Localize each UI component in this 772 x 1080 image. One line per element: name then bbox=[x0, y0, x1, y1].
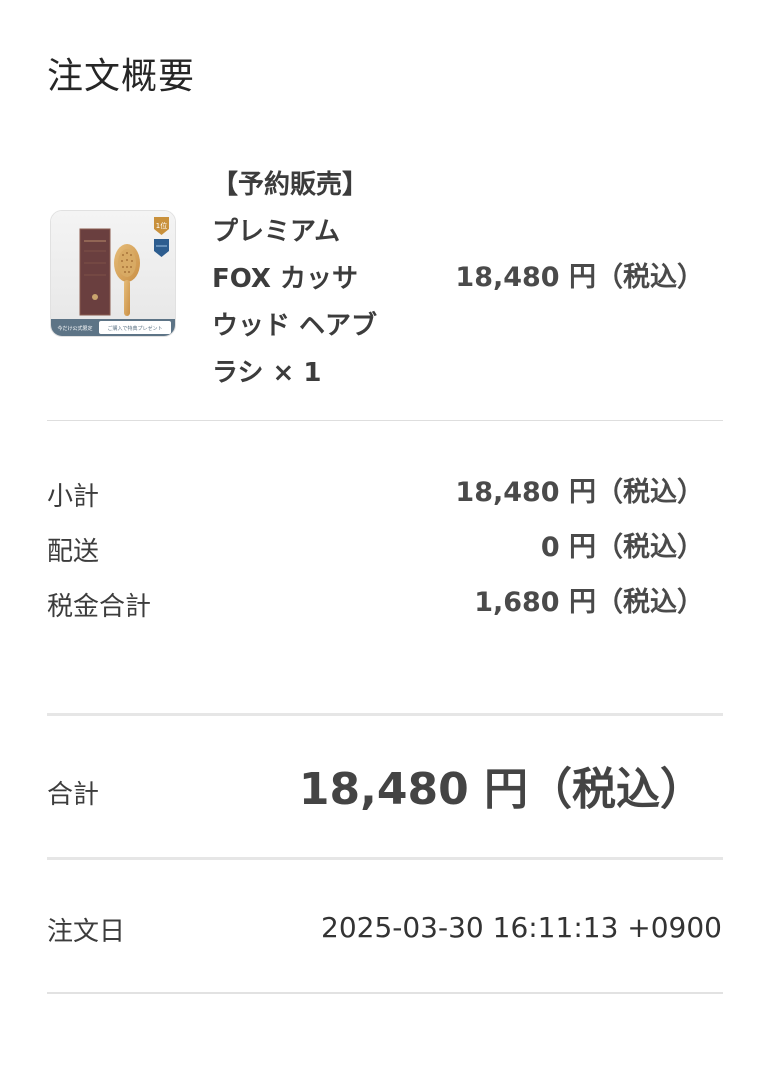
total-label: 合計 bbox=[47, 780, 100, 810]
shipping-label: 配送 bbox=[47, 537, 100, 567]
svg-text:ご購入で特典プレゼント: ご購入で特典プレゼント bbox=[107, 325, 162, 332]
tax-value: 1,680 円（税込） bbox=[474, 587, 704, 618]
hairbrush-product-image: 1位 今だけ公式限定 ご購入で特典プレゼント bbox=[51, 211, 175, 336]
subtotal-value: 18,480 円（税込） bbox=[455, 477, 704, 508]
svg-text:今だけ公式限定: 今だけ公式限定 bbox=[57, 325, 92, 332]
divider bbox=[47, 713, 723, 716]
svg-text:1位: 1位 bbox=[156, 221, 167, 230]
product-price: 18,480 円（税込） bbox=[455, 262, 704, 293]
shipping-value: 0 円（税込） bbox=[540, 532, 704, 563]
product-thumbnail[interactable]: 1位 今だけ公式限定 ご購入で特典プレゼント bbox=[50, 210, 176, 337]
page-title: 注文概要 bbox=[47, 56, 196, 97]
tax-label: 税金合計 bbox=[47, 592, 152, 622]
divider bbox=[47, 992, 723, 994]
subtotal-label: 小計 bbox=[47, 482, 100, 512]
order-date-value: 2025-03-30 16:11:13 +0900 bbox=[321, 911, 722, 944]
total-value: 18,480 円（税込） bbox=[298, 764, 704, 815]
order-date-label: 注文日 bbox=[47, 917, 126, 947]
divider bbox=[47, 857, 723, 860]
divider bbox=[47, 420, 723, 421]
product-name: 【予約販売】 プレミアム FOX カッサ ウッド ヘアブ ラシ × 1 bbox=[212, 170, 378, 388]
